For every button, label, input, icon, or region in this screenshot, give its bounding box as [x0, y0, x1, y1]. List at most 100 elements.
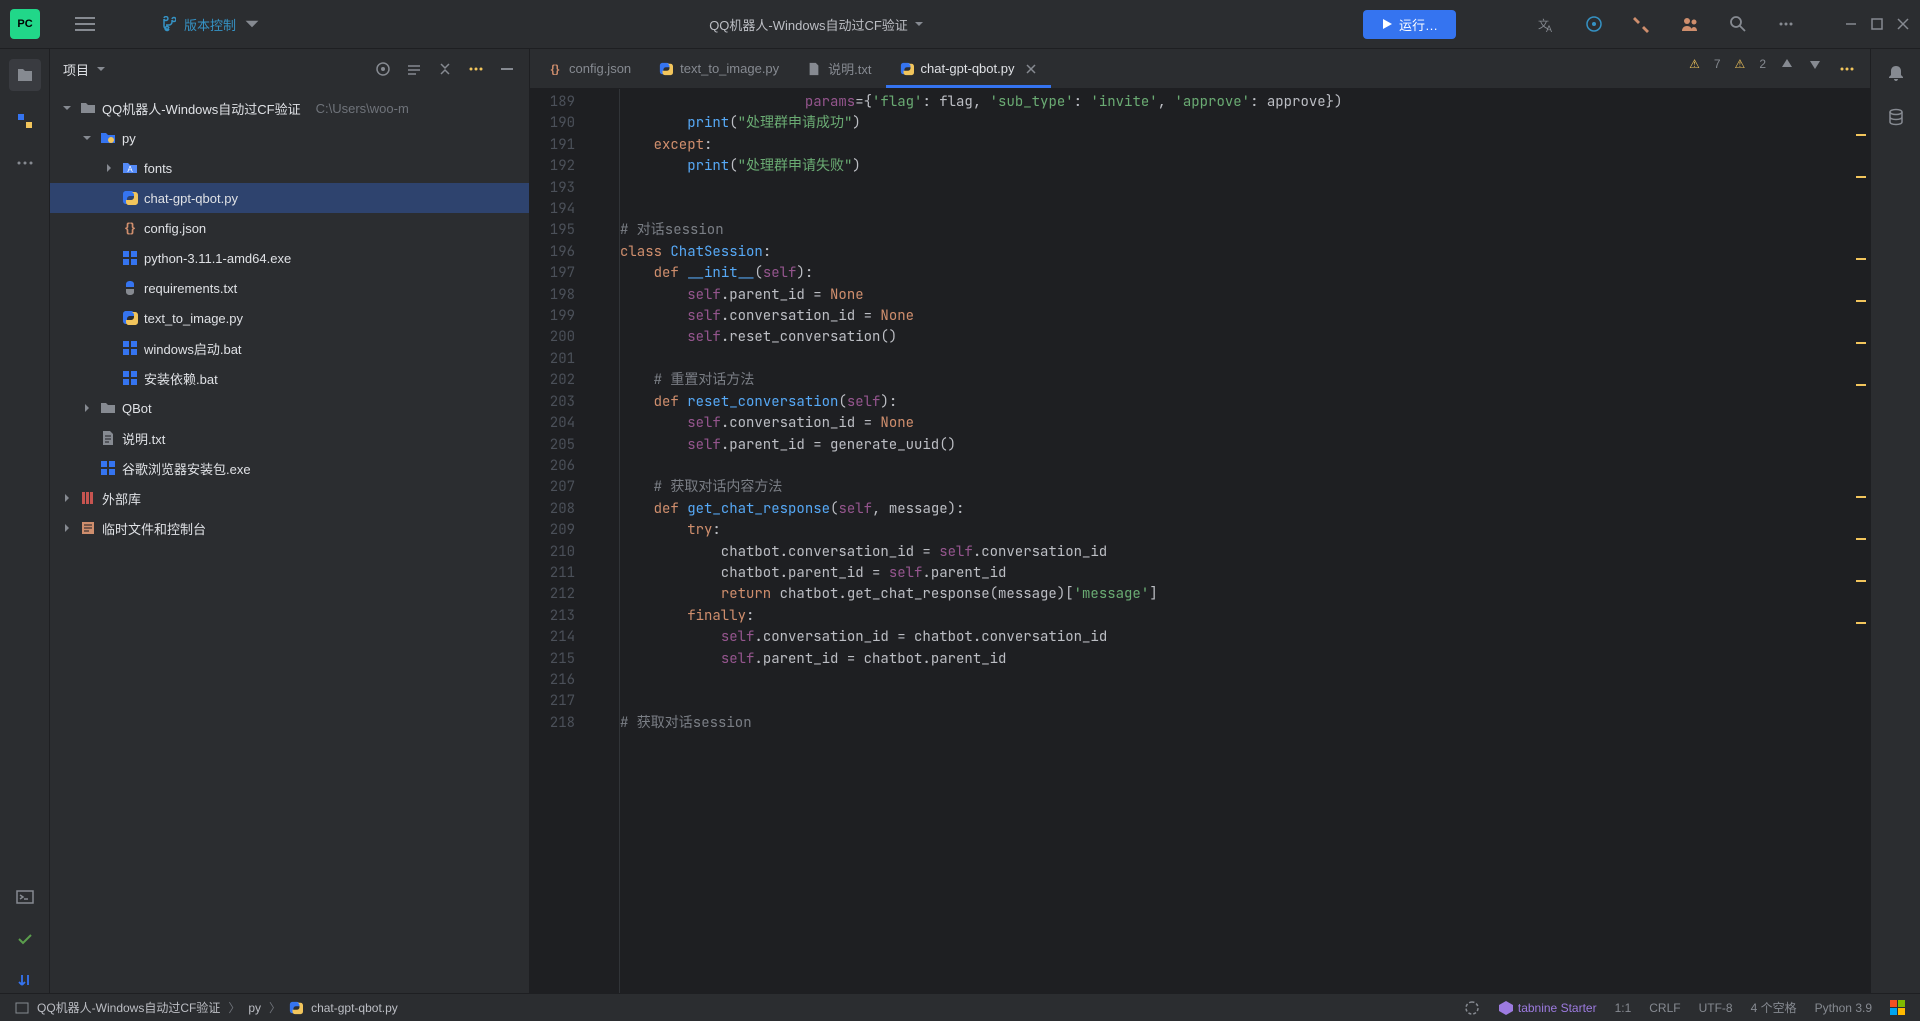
project-tree[interactable]: QQ机器人-Windows自动过CF验证 C:\Users\woo-m py A…	[50, 89, 529, 547]
project-panel-header: 项目	[50, 49, 529, 89]
progress-icon[interactable]	[1464, 1000, 1480, 1016]
tree-folder-fonts[interactable]: A fonts	[50, 153, 529, 183]
terminal-tool-button[interactable]	[13, 885, 37, 909]
editor-inspection-widget[interactable]: ⚠7 ⚠2	[1689, 57, 1822, 71]
select-opened-file-icon[interactable]	[374, 60, 392, 78]
svg-text:A: A	[1546, 24, 1552, 34]
structure-tool-button[interactable]	[13, 109, 37, 133]
chevron-down-icon	[62, 103, 72, 113]
tree-file-readme[interactable]: 说明.txt	[50, 423, 529, 453]
panel-options-icon[interactable]	[467, 60, 485, 78]
play-icon	[1381, 18, 1393, 30]
tree-scratches[interactable]: 临时文件和控制台	[50, 513, 529, 543]
python-interpreter[interactable]: Python 3.9	[1815, 1001, 1872, 1015]
text-file-icon	[807, 62, 821, 76]
exe-file-icon	[121, 249, 139, 267]
folder-icon	[99, 399, 117, 417]
tools-icon[interactable]	[1632, 14, 1652, 34]
tree-root[interactable]: QQ机器人-Windows自动过CF验证 C:\Users\woo-m	[50, 93, 529, 123]
prev-highlight-icon[interactable]	[1780, 57, 1794, 71]
search-icon[interactable]	[1728, 14, 1748, 34]
chevron-down-icon	[914, 19, 924, 29]
database-button[interactable]	[1884, 105, 1908, 129]
right-tool-rail	[1870, 49, 1920, 993]
next-highlight-icon[interactable]	[1808, 57, 1822, 71]
tab-readme[interactable]: 说明.txt	[793, 49, 885, 88]
chevron-right-icon	[62, 523, 72, 533]
code-content[interactable]: params={'flag': flag, 'sub_type': 'invit…	[620, 89, 1870, 993]
tabnine-status[interactable]: tabnine Starter	[1498, 1000, 1597, 1016]
tree-file-config[interactable]: {} config.json	[50, 213, 529, 243]
tree-file-requirements[interactable]: requirements.txt	[50, 273, 529, 303]
code-with-me-icon[interactable]	[1584, 14, 1604, 34]
python-file-icon	[659, 62, 673, 76]
run-button[interactable]: 运行…	[1363, 10, 1456, 39]
vcs-dropdown[interactable]: 版本控制	[150, 11, 270, 38]
line-gutter: 189 190 191 192 193 194 195 196 197 198 …	[530, 89, 590, 993]
titlebar: PC 版本控制 QQ机器人-Windows自动过CF验证 运行… 文A	[0, 0, 1920, 49]
tab-text-to-image[interactable]: text_to_image.py	[645, 49, 793, 88]
file-encoding[interactable]: UTF-8	[1699, 1001, 1733, 1015]
chevron-right-icon	[104, 163, 114, 173]
main-menu-button[interactable]	[75, 13, 95, 35]
tree-external-libs[interactable]: 外部库	[50, 483, 529, 513]
maximize-button[interactable]	[1870, 17, 1884, 31]
svg-text:{}: {}	[551, 63, 560, 75]
svg-text:{}: {}	[125, 220, 135, 235]
tree-file-chat-gpt[interactable]: chat-gpt-qbot.py	[50, 183, 529, 213]
ms-logo-icon[interactable]	[1890, 1000, 1905, 1015]
tab-chat-gpt[interactable]: chat-gpt-qbot.py	[886, 49, 1052, 88]
cursor-position[interactable]: 1:1	[1615, 1001, 1632, 1015]
tree-file-chrome-exe[interactable]: 谷歌浏览器安装包.exe	[50, 453, 529, 483]
project-title[interactable]: QQ机器人-Windows自动过CF验证	[270, 15, 1363, 34]
translate-icon[interactable]: 文A	[1536, 14, 1556, 34]
vcs-label: 版本控制	[184, 15, 236, 34]
scratch-icon	[79, 519, 97, 537]
window-controls	[1844, 17, 1910, 31]
tab-options-icon[interactable]	[1839, 61, 1855, 77]
chevron-right-icon	[82, 403, 92, 413]
warning-icon: ⚠	[1689, 57, 1700, 71]
tree-folder-qbot[interactable]: QBot	[50, 393, 529, 423]
tree-file-python-exe[interactable]: python-3.11.1-amd64.exe	[50, 243, 529, 273]
minimize-button[interactable]	[1844, 17, 1858, 31]
collapse-all-icon[interactable]	[436, 60, 454, 78]
exe-file-icon	[99, 459, 117, 477]
project-tool-button[interactable]	[9, 59, 41, 91]
project-icon	[15, 1001, 29, 1015]
folder-icon	[79, 99, 97, 117]
python-file-icon	[121, 309, 139, 327]
commit-tool-button[interactable]	[13, 927, 37, 951]
pycharm-icon: PC	[10, 9, 40, 39]
titlebar-actions: 文A	[1536, 14, 1910, 34]
error-stripe[interactable]	[1854, 134, 1868, 993]
settings-icon[interactable]	[1776, 14, 1796, 34]
close-button[interactable]	[1896, 17, 1910, 31]
text-file-icon	[99, 429, 117, 447]
more-tool-button[interactable]	[13, 151, 37, 175]
indent-config[interactable]: 4 个空格	[1751, 999, 1797, 1016]
expand-all-icon[interactable]	[405, 60, 423, 78]
breadcrumb[interactable]: QQ机器人-Windows自动过CF验证 〉 py 〉 chat-gpt-qbo…	[15, 999, 398, 1016]
library-icon	[79, 489, 97, 507]
people-icon[interactable]	[1680, 14, 1700, 34]
line-separator[interactable]: CRLF	[1649, 1001, 1680, 1015]
panel-title: 项目	[63, 60, 89, 79]
python-file-icon	[900, 62, 914, 76]
git-tool-button[interactable]	[13, 969, 37, 993]
chevron-down-icon	[244, 16, 260, 32]
chevron-down-icon[interactable]	[96, 64, 106, 74]
bat-file-icon	[121, 339, 139, 357]
close-tab-icon[interactable]	[1025, 63, 1037, 75]
tree-file-text-to-image[interactable]: text_to_image.py	[50, 303, 529, 333]
python-file-icon	[121, 189, 139, 207]
json-file-icon: {}	[548, 62, 562, 76]
tree-folder-py[interactable]: py	[50, 123, 529, 153]
tab-config[interactable]: {} config.json	[534, 49, 645, 88]
tree-file-install-bat[interactable]: 安装依赖.bat	[50, 363, 529, 393]
hide-panel-icon[interactable]	[498, 60, 516, 78]
code-editor[interactable]: 189 190 191 192 193 194 195 196 197 198 …	[530, 89, 1870, 993]
notifications-button[interactable]	[1884, 61, 1908, 85]
tree-file-windows-bat[interactable]: windows启动.bat	[50, 333, 529, 363]
project-panel: 项目 QQ机器人-Windows自动过CF验证 C:\Users\woo-m p…	[50, 49, 530, 993]
